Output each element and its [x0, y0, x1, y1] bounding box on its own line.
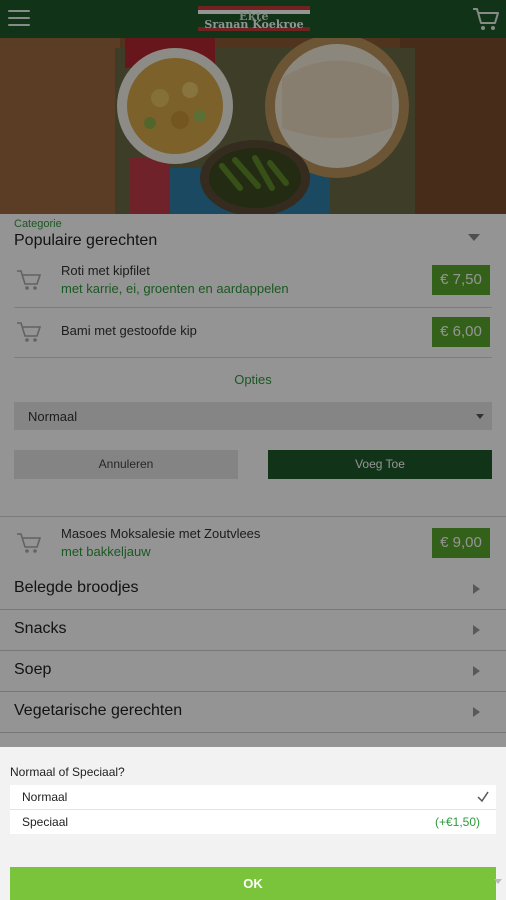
option-surcharge: (+€1,50)	[434, 815, 480, 829]
category-name: Soep	[14, 661, 52, 678]
price-button[interactable]: € 9,00	[432, 528, 490, 558]
category-row[interactable]: Snacks	[0, 610, 506, 651]
option-speciaal[interactable]: Speciaal (+€1,50)	[10, 810, 496, 834]
option-label: Normaal	[22, 790, 68, 804]
cart-icon[interactable]	[16, 268, 42, 292]
menu-item[interactable]: Roti met kipfilet met karrie, ei, groent…	[0, 254, 506, 306]
category-label: Categorie	[14, 218, 62, 230]
hero-food-image	[0, 38, 506, 214]
options-title: Opties	[234, 372, 272, 387]
chevron-right-icon	[473, 584, 480, 594]
hamburger-icon[interactable]	[8, 10, 30, 28]
item-name: Masoes Moksalesie met Zoutvlees	[61, 526, 261, 541]
divider	[14, 307, 492, 308]
item-description: met bakkeljauw	[61, 544, 151, 559]
menu-item[interactable]: Masoes Moksalesie met Zoutvlees met bakk…	[0, 517, 506, 569]
sheet-question: Normaal of Speciaal?	[10, 765, 125, 779]
category-name: Belegde broodjes	[14, 579, 139, 596]
caret-down-icon[interactable]	[468, 234, 480, 241]
option-normaal[interactable]: Normaal	[10, 785, 496, 809]
cart-icon[interactable]	[16, 531, 42, 555]
item-name: Roti met kipfilet	[61, 263, 150, 278]
category-name: Vegetarische gerechten	[14, 702, 183, 719]
caret-down-icon	[494, 879, 502, 884]
cart-icon[interactable]	[16, 320, 42, 344]
divider	[14, 357, 492, 358]
option-select[interactable]: Normaal	[14, 402, 492, 430]
option-select-value: Normaal	[28, 409, 78, 424]
item-description: met karrie, ei, groenten en aardappelen	[61, 281, 289, 296]
app-logo: Ekte Sranan Koekroe	[196, 4, 312, 34]
category-row[interactable]: Soep	[0, 651, 506, 692]
category-row[interactable]: Vegetarische gerechten	[0, 692, 506, 733]
category-name: Snacks	[14, 620, 67, 637]
cancel-button[interactable]: Annuleren	[14, 450, 238, 479]
price-button[interactable]: € 7,50	[432, 265, 490, 295]
chevron-right-icon	[473, 666, 480, 676]
top-bar: Ekte Sranan Koekroe	[0, 0, 506, 38]
category-row[interactable]: Belegde broodjes	[0, 569, 506, 610]
category-select[interactable]: Populaire gerechten	[14, 232, 157, 250]
price-button[interactable]: € 6,00	[432, 317, 490, 347]
dropdown-arrow-icon	[476, 414, 484, 419]
logo-line-2: Sranan Koekroe	[204, 18, 304, 31]
chevron-right-icon	[473, 625, 480, 635]
item-name: Bami met gestoofde kip	[61, 323, 197, 338]
chevron-right-icon	[473, 707, 480, 717]
ok-button[interactable]: OK	[10, 867, 496, 900]
option-bottom-sheet: Normaal of Speciaal? Normaal Speciaal (+…	[0, 747, 506, 900]
checkmark-icon	[477, 791, 489, 803]
option-label: Speciaal	[22, 815, 69, 829]
cart-icon[interactable]	[472, 6, 500, 32]
add-to-cart-button[interactable]: Voeg Toe	[268, 450, 492, 479]
menu-item[interactable]: Bami met gestoofde kip € 6,00	[0, 310, 506, 356]
